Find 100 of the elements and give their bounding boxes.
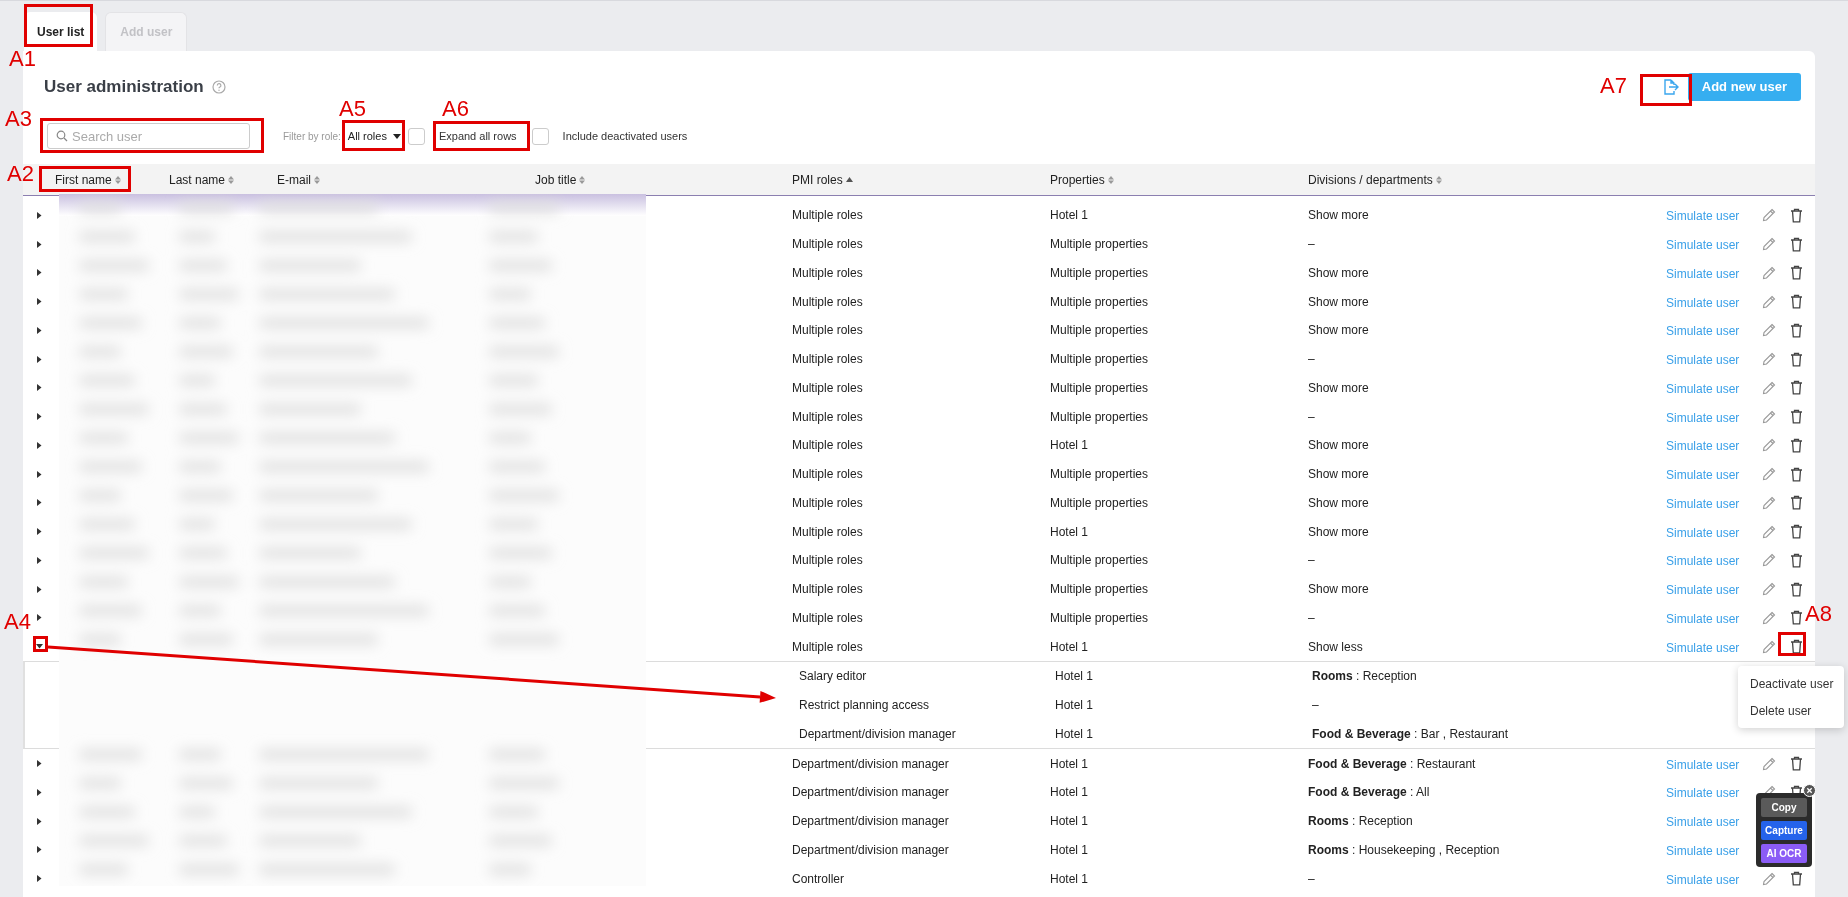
sort-ascending-icon[interactable]: [845, 177, 853, 182]
column-header[interactable]: PMI roles: [792, 170, 843, 189]
menu-item[interactable]: Deactivate user: [1738, 670, 1844, 697]
simulate-user-link[interactable]: Simulate user: [1666, 640, 1740, 655]
collapse-caret-icon[interactable]: [35, 644, 43, 650]
simulate-user-link[interactable]: Simulate user: [1666, 353, 1740, 368]
table-cell-text: Hotel 1: [1054, 697, 1095, 715]
simulate-user-link[interactable]: Simulate user: [1666, 324, 1740, 339]
annotation-box: [1640, 74, 1692, 106]
table-cell-text: Salary editor: [798, 668, 868, 686]
column-header[interactable]: First name: [55, 170, 112, 189]
table-cell-text: –: [1308, 552, 1316, 570]
table-cell-text: Multiple roles: [792, 264, 864, 282]
table-cell-text: Hotel 1: [1050, 523, 1090, 541]
expand-caret-icon[interactable]: [36, 817, 42, 825]
table-cell-text: Multiple properties: [1050, 581, 1150, 599]
column-header[interactable]: Properties: [1050, 170, 1105, 189]
simulate-user-link[interactable]: Simulate user: [1666, 554, 1740, 569]
column-header[interactable]: E-mail: [277, 170, 311, 189]
trash-icon[interactable]: [1790, 581, 1803, 597]
simulate-user-link[interactable]: Simulate user: [1666, 611, 1740, 626]
expand-caret-icon[interactable]: [36, 614, 42, 622]
sort-icon[interactable]: [579, 175, 586, 184]
sort-icon[interactable]: [1107, 175, 1114, 184]
widget-button[interactable]: Copy: [1761, 797, 1807, 817]
expand-caret-icon[interactable]: [36, 499, 42, 507]
expand-caret-icon[interactable]: [36, 240, 42, 248]
expand-caret-icon[interactable]: [36, 413, 42, 421]
table-cell-text: Multiple roles: [792, 437, 864, 455]
menu-item[interactable]: Delete user: [1738, 697, 1844, 724]
widget-button[interactable]: AI OCR: [1761, 843, 1807, 863]
sort-icon[interactable]: [228, 175, 235, 184]
simulate-user-link[interactable]: Simulate user: [1666, 757, 1740, 772]
simulate-user-link[interactable]: Simulate user: [1666, 496, 1740, 511]
trash-icon[interactable]: [1790, 380, 1803, 396]
role-select[interactable]: All roles: [345, 124, 403, 148]
trash-icon[interactable]: [1790, 466, 1803, 482]
simulate-user-link[interactable]: Simulate user: [1666, 525, 1740, 540]
simulate-user-link[interactable]: Simulate user: [1666, 238, 1740, 253]
simulate-user-link[interactable]: Simulate user: [1666, 872, 1740, 887]
sort-icon[interactable]: [1435, 175, 1442, 184]
table-cell-text: Multiple properties: [1050, 293, 1150, 311]
simulate-user-link[interactable]: Simulate user: [1666, 381, 1740, 396]
table-cell-text: Multiple roles: [792, 466, 864, 484]
trash-icon[interactable]: [1790, 610, 1803, 626]
trash-icon[interactable]: [1790, 322, 1803, 338]
table-cell-text: Show more: [1308, 207, 1370, 225]
trash-icon[interactable]: [1790, 294, 1803, 310]
expand-caret-icon[interactable]: [36, 875, 42, 883]
column-header[interactable]: Job title: [535, 170, 577, 189]
expand-caret-icon[interactable]: [36, 211, 42, 219]
trash-icon[interactable]: [1790, 207, 1803, 223]
simulate-user-link[interactable]: Simulate user: [1666, 843, 1740, 858]
trash-icon[interactable]: [1790, 265, 1803, 281]
expand-caret-icon[interactable]: [36, 760, 42, 768]
widget-button[interactable]: Capture: [1761, 820, 1807, 840]
expand-caret-icon[interactable]: [36, 470, 42, 478]
trash-icon[interactable]: [1790, 236, 1803, 252]
expand-caret-icon[interactable]: [36, 846, 42, 854]
trash-icon[interactable]: [1790, 524, 1803, 540]
search-field[interactable]: Search user: [47, 123, 250, 149]
expand-caret-icon[interactable]: [36, 269, 42, 277]
simulate-user-link[interactable]: Simulate user: [1666, 295, 1740, 310]
table-cell-text: –: [1308, 870, 1316, 888]
trash-icon[interactable]: [1790, 409, 1803, 425]
simulate-user-link[interactable]: Simulate user: [1666, 266, 1740, 281]
column-header[interactable]: Last name: [169, 170, 226, 189]
simulate-user-link[interactable]: Simulate user: [1666, 815, 1740, 830]
sort-icon[interactable]: [314, 175, 320, 184]
sort-icon[interactable]: [114, 175, 121, 184]
add-user-button[interactable]: Add new user: [1687, 73, 1801, 101]
expand-caret-icon[interactable]: [36, 326, 42, 334]
annotation-label: A7: [1600, 74, 1627, 98]
table-cell-text: Show more: [1308, 466, 1370, 484]
trash-icon[interactable]: [1790, 756, 1803, 772]
expand-caret-icon[interactable]: [36, 585, 42, 593]
trash-icon[interactable]: [1790, 495, 1803, 511]
checkbox[interactable]: [407, 127, 425, 145]
simulate-user-link[interactable]: Simulate user: [1666, 410, 1740, 425]
simulate-user-link[interactable]: Simulate user: [1666, 439, 1740, 454]
simulate-user-link[interactable]: Simulate user: [1666, 468, 1740, 483]
expand-caret-icon[interactable]: [36, 556, 42, 564]
trash-icon[interactable]: [1790, 351, 1803, 367]
trash-icon[interactable]: [1790, 552, 1803, 568]
expand-caret-icon[interactable]: [36, 355, 42, 363]
checkbox[interactable]: [531, 127, 549, 145]
trash-icon[interactable]: [1790, 437, 1803, 453]
simulate-user-link[interactable]: Simulate user: [1666, 786, 1740, 801]
expand-caret-icon[interactable]: [36, 528, 42, 536]
table-cell-text: Multiple roles: [792, 293, 864, 311]
table-cell-text: –: [1308, 236, 1316, 254]
expand-caret-icon[interactable]: [36, 384, 42, 392]
column-header[interactable]: Divisions / departments: [1308, 170, 1433, 189]
expand-caret-icon[interactable]: [36, 298, 42, 306]
trash-icon[interactable]: [1790, 871, 1803, 887]
expand-caret-icon[interactable]: [36, 788, 42, 796]
trash-icon[interactable]: [1790, 639, 1803, 655]
simulate-user-link[interactable]: Simulate user: [1666, 583, 1740, 598]
simulate-user-link[interactable]: Simulate user: [1666, 209, 1740, 224]
expand-caret-icon[interactable]: [36, 441, 42, 449]
